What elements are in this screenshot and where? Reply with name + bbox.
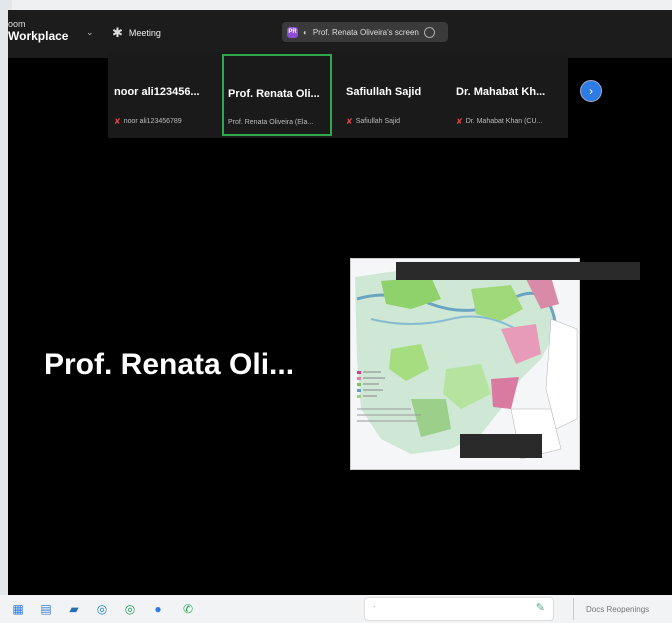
participant-name: Safiullah Sajid [346, 86, 422, 98]
search-cursor-icon: · [373, 602, 376, 611]
share-pill-label: Prof. Renata Oliveira's screen [312, 27, 419, 37]
participant-display-name: Prof. Renata Oliveira (Ela... [228, 119, 314, 126]
edge-icon[interactable]: ◎ [94, 601, 110, 617]
participant-display-name: noor ali123456789 [123, 118, 182, 125]
meeting-icon: ✱ [112, 25, 123, 40]
participant-tile[interactable]: noor ali123456... ✘ noor ali123456789 [110, 54, 220, 136]
participant-tile[interactable]: Dr. Mahabat Kh... ✘ Dr. Mahabat Khan (CU… [452, 54, 562, 136]
participant-subtitle: ✘ Dr. Mahabat Khan (CU... [456, 117, 542, 126]
participant-subtitle: ✘ Safiullah Sajid [346, 117, 400, 126]
zoom-icon[interactable]: ● [150, 601, 166, 617]
muted-mic-icon: ✘ [346, 117, 353, 126]
participant-name: Dr. Mahabat Kh... [456, 86, 546, 98]
muted-mic-icon: ✘ [114, 117, 121, 126]
brand-line2: Workplace [8, 29, 69, 43]
participant-subtitle: Prof. Renata Oliveira (Ela... [228, 119, 313, 126]
whatsapp-icon[interactable]: ✆ [180, 601, 196, 617]
taskbar-search-box[interactable]: · ✎ [364, 597, 554, 621]
meeting-label: Meeting [128, 28, 161, 38]
speaker-view-icon: ◐ [303, 27, 308, 37]
participant-subtitle: ✘ noor ali123456789 [114, 117, 182, 126]
participant-name: Prof. Renata Oli... [228, 88, 320, 100]
screen-share-indicator[interactable]: PR ◐ Prof. Renata Oliveira's screen [282, 22, 448, 42]
task-view-icon[interactable]: ▤ [38, 601, 54, 617]
muted-mic-icon: ✘ [456, 117, 463, 126]
participant-tile-active[interactable]: Prof. Renata Oli... Prof. Renata Oliveir… [222, 54, 332, 136]
top-bar: oom Workplace ⌄ ✱ Meeting PR ◐ Prof. Ren… [8, 10, 672, 58]
participant-name: noor ali123456... [114, 86, 200, 98]
taskbar-divider [573, 598, 574, 620]
app-brand: oom Workplace [8, 18, 68, 42]
participant-display-name: Dr. Mahabat Khan (CU... [465, 118, 543, 125]
window-top-edge [0, 0, 672, 10]
meeting-menu[interactable]: ✱ Meeting [112, 25, 161, 41]
taskbar-label[interactable]: Docs Reopenings [586, 605, 649, 614]
file-explorer-icon[interactable]: ▰ [66, 601, 82, 617]
next-participants-button[interactable]: › [580, 80, 602, 102]
zoom-meeting-window: oom Workplace ⌄ ✱ Meeting PR ◐ Prof. Ren… [8, 10, 672, 595]
redaction-bar [460, 434, 542, 458]
edge-beta-icon[interactable]: ◎ [122, 601, 138, 617]
brand-chevron-down-icon[interactable]: ⌄ [86, 27, 94, 38]
participant-display-name: Safiullah Sajid [355, 118, 401, 125]
presenter-avatar: PR [287, 26, 298, 38]
participant-tile[interactable]: Safiullah Sajid ✘ Safiullah Sajid [342, 54, 452, 136]
redaction-bar [396, 262, 640, 280]
start-icon[interactable]: ▦ [10, 601, 26, 617]
search-icon: ✎ [535, 602, 545, 614]
active-speaker-name: Prof. Renata Oli... [44, 348, 295, 381]
share-options-icon[interactable] [423, 26, 435, 38]
